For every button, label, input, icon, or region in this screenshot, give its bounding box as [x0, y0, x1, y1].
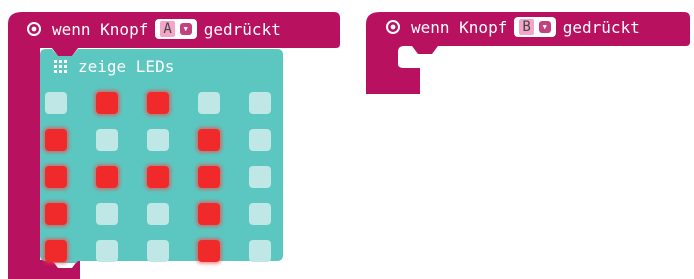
led-cell-r4-c4[interactable] — [249, 240, 271, 262]
target-icon — [26, 21, 42, 37]
chevron-down-icon: ▼ — [538, 21, 551, 33]
led-grid — [45, 92, 271, 262]
led-cell-r0-c1[interactable] — [96, 92, 118, 114]
led-cell-r1-c1[interactable] — [96, 129, 118, 151]
button-b-value: B — [519, 19, 534, 35]
show-leds-header: zeige LEDs — [54, 57, 174, 76]
led-cell-r4-c1[interactable] — [96, 240, 118, 262]
show-leds-label: zeige LEDs — [78, 57, 175, 76]
led-cell-r2-c4[interactable] — [249, 166, 271, 188]
led-cell-r4-c0[interactable] — [45, 240, 67, 262]
button-a-value: A — [160, 21, 175, 37]
led-cell-r1-c2[interactable] — [147, 129, 169, 151]
led-cell-r0-c0[interactable] — [45, 92, 67, 114]
led-cell-r3-c2[interactable] — [147, 203, 169, 225]
led-cell-r0-c3[interactable] — [198, 92, 220, 114]
led-cell-r3-c1[interactable] — [96, 203, 118, 225]
led-cell-r0-c4[interactable] — [249, 92, 271, 114]
led-cell-r1-c0[interactable] — [45, 129, 67, 151]
event-a-header: wenn Knopf A ▼ gedrückt — [26, 19, 281, 39]
show-leds-block[interactable]: zeige LEDs — [40, 49, 283, 263]
event-b-prefix: wenn Knopf — [411, 17, 508, 37]
led-cell-r3-c4[interactable] — [249, 203, 271, 225]
chevron-down-icon: ▼ — [179, 23, 192, 35]
led-cell-r4-c2[interactable] — [147, 240, 169, 262]
target-icon — [385, 19, 401, 35]
event-b-suffix: gedrückt — [562, 17, 640, 37]
workspace-canvas[interactable]: wenn Knopf A ▼ gedrückt wenn Knopf B ▼ g… — [0, 0, 694, 279]
event-a-suffix: gedrückt — [203, 19, 281, 39]
led-cell-r1-c3[interactable] — [198, 129, 220, 151]
led-cell-r2-c2[interactable] — [147, 166, 169, 188]
led-cell-r0-c2[interactable] — [147, 92, 169, 114]
led-cell-r3-c3[interactable] — [198, 203, 220, 225]
led-cell-r3-c0[interactable] — [45, 203, 67, 225]
led-cell-r1-c4[interactable] — [249, 129, 271, 151]
grid-icon — [54, 59, 68, 74]
led-cell-r4-c3[interactable] — [198, 240, 220, 262]
event-b-header: wenn Knopf B ▼ gedrückt — [385, 17, 640, 37]
led-cell-r2-c3[interactable] — [198, 166, 220, 188]
button-a-dropdown[interactable]: A ▼ — [155, 19, 197, 39]
led-cell-r2-c1[interactable] — [96, 166, 118, 188]
led-cell-r2-c0[interactable] — [45, 166, 67, 188]
button-b-dropdown[interactable]: B ▼ — [514, 17, 556, 37]
event-a-prefix: wenn Knopf — [52, 19, 149, 39]
